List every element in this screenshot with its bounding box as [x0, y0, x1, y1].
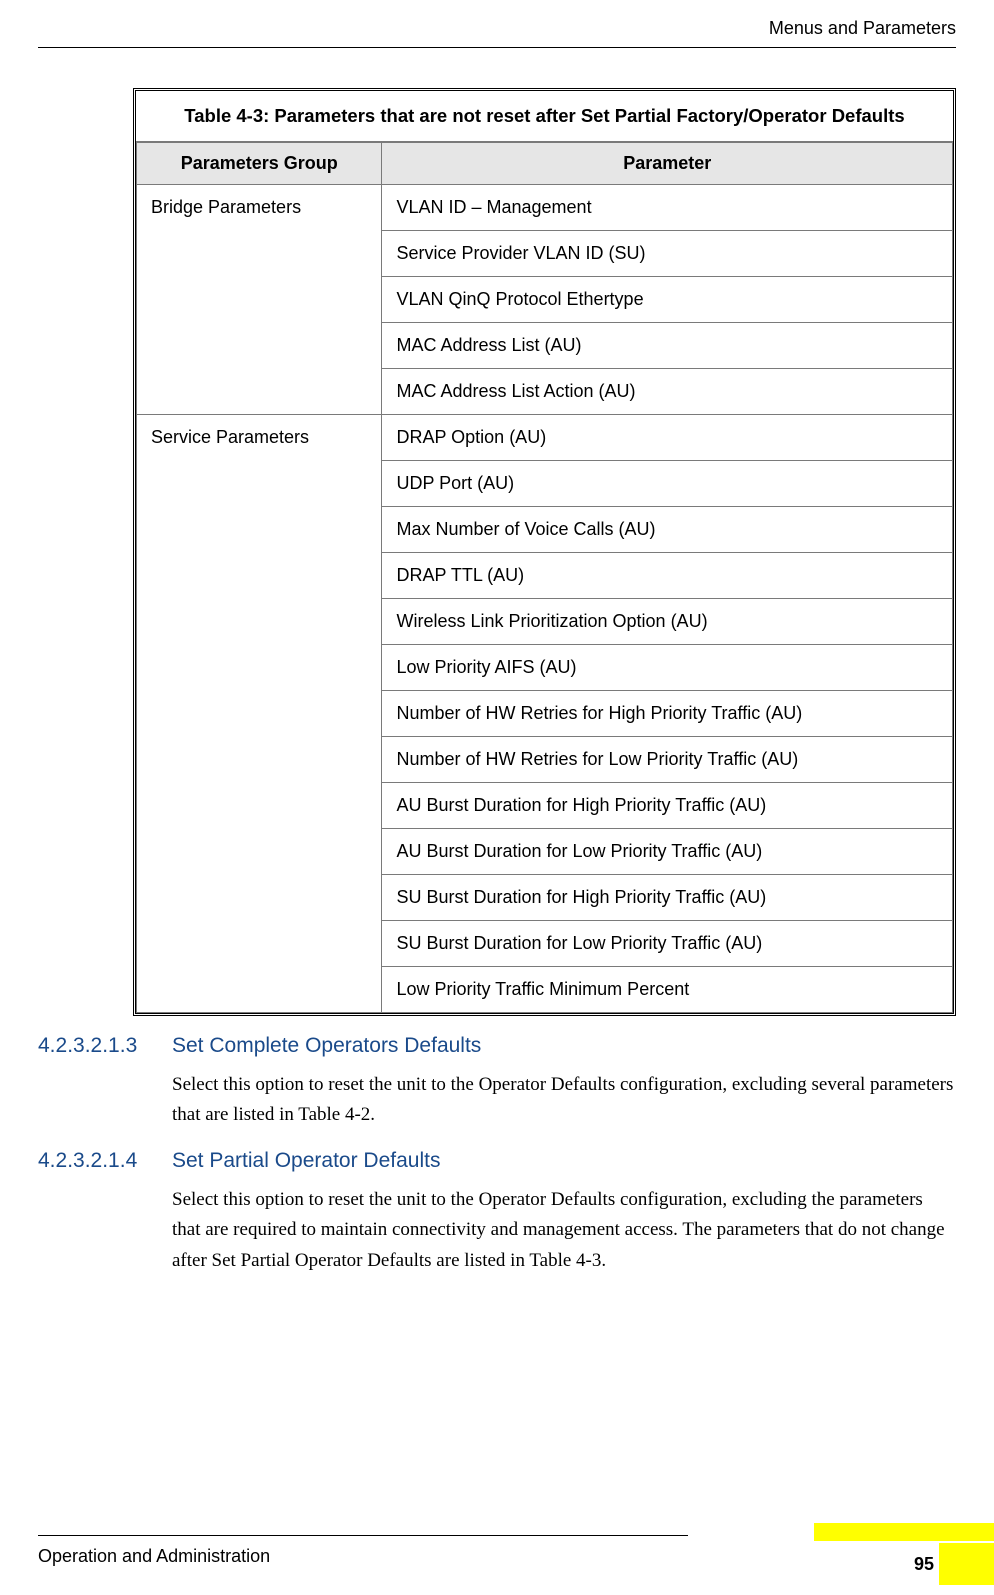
section-number: 4.2.3.2.1.4 [38, 1149, 156, 1173]
param-cell: Wireless Link Prioritization Option (AU) [382, 599, 953, 645]
param-cell: Number of HW Retries for Low Priority Tr… [382, 737, 953, 783]
footer-doc-title: Operation and Administration [38, 1546, 270, 1566]
section-number: 4.2.3.2.1.3 [38, 1034, 156, 1058]
section-body: Select this option to reset the unit to … [172, 1070, 956, 1131]
param-cell: UDP Port (AU) [382, 461, 953, 507]
parameters-table-container: Table 4-3: Parameters that are not reset… [133, 88, 956, 1016]
page-footer: Operation and Administration [38, 1535, 994, 1567]
section-heading: 4.2.3.2.1.3 Set Complete Operators Defau… [38, 1034, 956, 1058]
param-cell: DRAP Option (AU) [382, 415, 953, 461]
page-number: 95 [914, 1554, 934, 1575]
param-cell: VLAN ID – Management [382, 185, 953, 231]
page-content: Table 4-3: Parameters that are not reset… [0, 48, 994, 1276]
table-header-parameter: Parameter [382, 143, 953, 185]
page-header: Menus and Parameters [0, 0, 994, 47]
parameters-table: Table 4-3: Parameters that are not reset… [136, 91, 953, 1013]
section-body: Select this option to reset the unit to … [172, 1185, 956, 1276]
table-caption: Table 4-3: Parameters that are not reset… [136, 91, 953, 142]
header-section-title: Menus and Parameters [769, 18, 956, 39]
table-header-row: Parameters Group Parameter [137, 143, 953, 185]
group-cell-service: Service Parameters [137, 415, 382, 1013]
param-cell: AU Burst Duration for Low Priority Traff… [382, 829, 953, 875]
param-cell: Number of HW Retries for High Priority T… [382, 691, 953, 737]
param-cell: AU Burst Duration for High Priority Traf… [382, 783, 953, 829]
section-title: Set Complete Operators Defaults [172, 1034, 481, 1058]
param-cell: MAC Address List Action (AU) [382, 369, 953, 415]
table-header-group: Parameters Group [137, 143, 382, 185]
footer-divider [38, 1535, 688, 1536]
table-row: Bridge Parameters VLAN ID – Management [137, 185, 953, 231]
param-cell: DRAP TTL (AU) [382, 553, 953, 599]
param-cell: Low Priority Traffic Minimum Percent [382, 967, 953, 1013]
section-title: Set Partial Operator Defaults [172, 1149, 440, 1173]
param-cell: Low Priority AIFS (AU) [382, 645, 953, 691]
group-cell-bridge: Bridge Parameters [137, 185, 382, 415]
table-row: Service Parameters DRAP Option (AU) [137, 415, 953, 461]
param-cell: MAC Address List (AU) [382, 323, 953, 369]
param-cell: Max Number of Voice Calls (AU) [382, 507, 953, 553]
param-cell: Service Provider VLAN ID (SU) [382, 231, 953, 277]
param-cell: VLAN QinQ Protocol Ethertype [382, 277, 953, 323]
param-cell: SU Burst Duration for High Priority Traf… [382, 875, 953, 921]
section-heading: 4.2.3.2.1.4 Set Partial Operator Default… [38, 1149, 956, 1173]
param-cell: SU Burst Duration for Low Priority Traff… [382, 921, 953, 967]
